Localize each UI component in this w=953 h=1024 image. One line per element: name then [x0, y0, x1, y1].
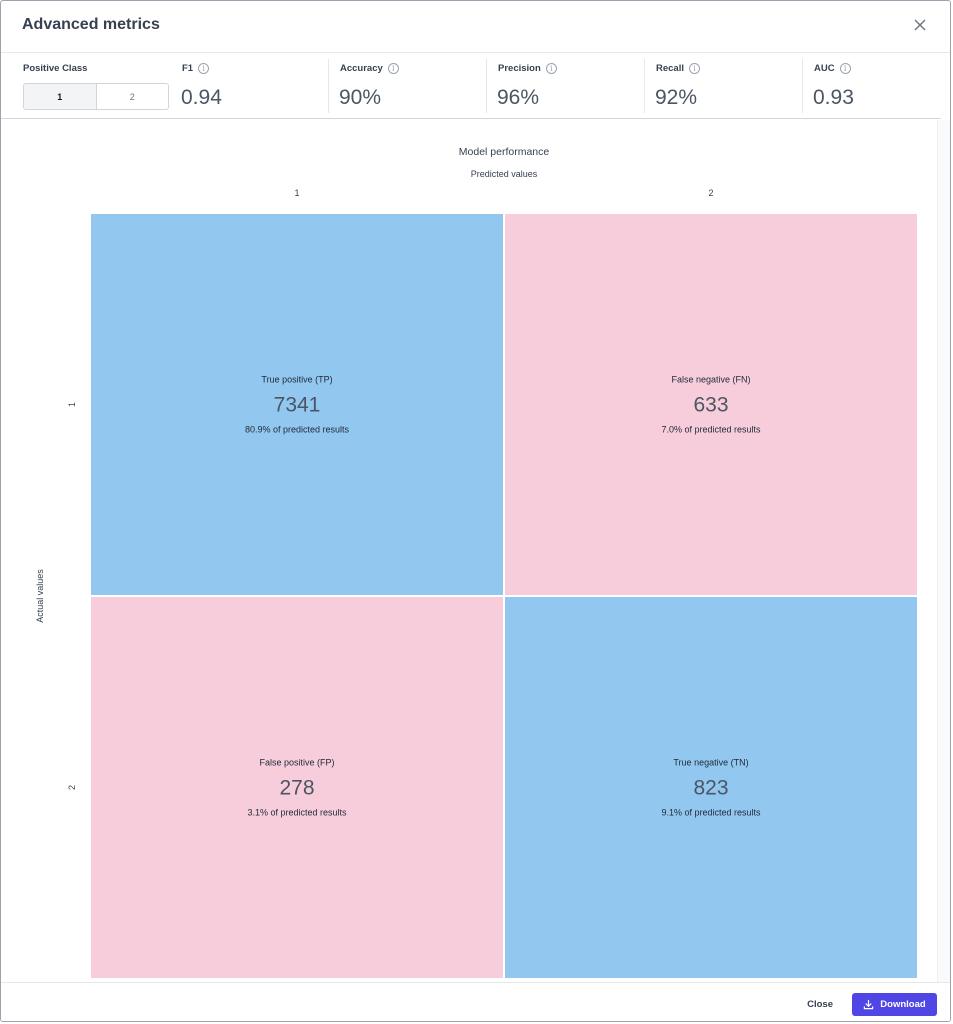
scrollbar[interactable] — [937, 120, 950, 982]
x-tick-label: 1 — [294, 188, 299, 198]
metric-f1-value: 0.94 — [181, 86, 222, 109]
modal-header: Advanced metrics — [1, 1, 950, 53]
metric-recall-label: Recall i — [656, 63, 700, 74]
x-tick-label: 2 — [708, 188, 713, 198]
cell-percent: 80.9% of predicted results — [245, 425, 350, 435]
metrics-bar: Positive Class 1 2 F1 i 0.94 Accuracy i … — [1, 53, 941, 119]
metric-precision-label: Precision i — [498, 63, 557, 74]
metric-divider — [486, 59, 487, 113]
metric-accuracy-label: Accuracy i — [340, 63, 399, 74]
download-label: Download — [880, 999, 926, 1010]
metric-precision-value: 96% — [497, 86, 540, 109]
download-icon — [864, 999, 874, 1010]
cell-percent: 9.1% of predicted results — [661, 808, 761, 818]
confusion-matrix-chart: Model performance Predicted values 1 2 Actua… — [35, 146, 919, 980]
info-icon[interactable]: i — [689, 63, 700, 74]
cell-value: 7341 — [274, 394, 321, 417]
cell-percent: 3.1% of predicted results — [247, 808, 347, 818]
info-icon[interactable]: i — [198, 63, 210, 74]
cell-value: 278 — [279, 777, 314, 800]
cell-label: False positive (FP) — [259, 758, 334, 768]
close-button[interactable]: Close — [803, 995, 837, 1014]
metric-divider — [328, 59, 329, 113]
metric-f1-label: F1 i — [182, 63, 210, 74]
cell-label: False negative (FN) — [671, 375, 750, 385]
download-button[interactable]: Download — [852, 993, 937, 1016]
modal-footer: Close Download — [1, 982, 950, 1021]
y-tick-label: 2 — [67, 785, 77, 790]
chart-title: Model performance — [459, 146, 550, 158]
modal-title: Advanced metrics — [22, 16, 160, 33]
metric-recall-value: 92% — [655, 86, 698, 109]
cell-value: 823 — [693, 777, 728, 800]
close-icon[interactable] — [910, 15, 930, 35]
cell-label: True positive (TP) — [261, 375, 332, 385]
metric-divider — [802, 59, 803, 113]
positive-class-label: Positive Class — [23, 63, 88, 74]
info-icon[interactable]: i — [387, 63, 399, 74]
positive-class-option-2[interactable]: 2 — [97, 84, 169, 109]
positive-class-option-1[interactable]: 1 — [24, 84, 97, 109]
positive-class-toggle: 1 2 — [23, 83, 169, 110]
metric-auc-value: 0.93 — [813, 86, 854, 109]
metric-divider — [644, 59, 645, 113]
y-axis-label: Actual values — [35, 569, 45, 623]
metric-auc-label: AUC i — [814, 63, 851, 74]
confusion-matrix-area: Model performance Predicted values 1 2 Actua… — [1, 120, 941, 982]
cell-label: True negative (TN) — [673, 758, 748, 768]
info-icon[interactable]: i — [839, 63, 851, 74]
y-tick-label: 1 — [67, 402, 77, 407]
advanced-metrics-modal: Advanced metrics Positive Class 1 2 F1 i… — [0, 0, 951, 1022]
x-axis-label: Predicted values — [471, 169, 538, 179]
info-icon[interactable]: i — [545, 63, 557, 74]
cell-value: 633 — [693, 394, 728, 417]
metric-accuracy-value: 90% — [339, 86, 382, 109]
cell-percent: 7.0% of predicted results — [661, 425, 761, 435]
